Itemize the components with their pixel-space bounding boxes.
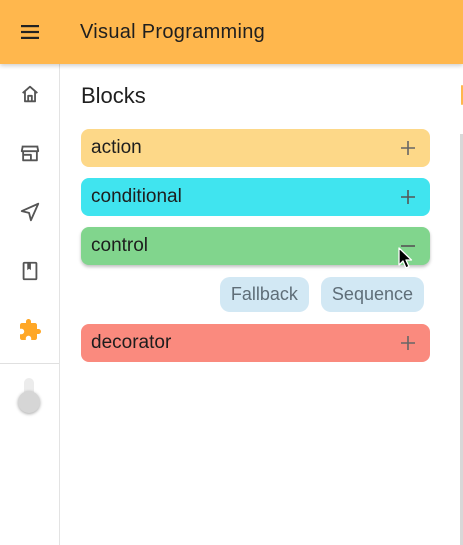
plus-icon: [401, 336, 415, 350]
block-category-conditional[interactable]: conditional: [81, 178, 430, 216]
book-icon: [22, 261, 37, 280]
expand-button[interactable]: [398, 187, 418, 207]
sidebar-item-navigate[interactable]: [0, 182, 59, 241]
app-title: Visual Programming: [80, 20, 266, 43]
home-icon: [21, 85, 38, 102]
sidebar-item-home[interactable]: [0, 64, 59, 123]
plus-icon: [401, 190, 415, 204]
sidebar: [0, 64, 60, 545]
menu-icon: [21, 25, 39, 39]
control-block-list: Fallback Sequence: [219, 277, 424, 312]
block-category-decorator[interactable]: decorator: [81, 324, 430, 362]
toggle-thumb[interactable]: [18, 391, 40, 413]
block-label: conditional: [91, 186, 182, 207]
theme-toggle[interactable]: [0, 364, 59, 424]
block-category-control[interactable]: control: [81, 227, 430, 265]
puzzle-icon: [19, 318, 41, 340]
expand-button[interactable]: [398, 333, 418, 353]
block-label: decorator: [91, 332, 172, 353]
block-label: control: [91, 235, 149, 256]
app-bar: Visual Programming: [0, 0, 463, 64]
menu-button[interactable]: [0, 0, 60, 64]
sidebar-item-book[interactable]: [0, 241, 59, 300]
panel-title: Blocks: [81, 83, 146, 108]
plus-icon: [401, 141, 415, 155]
block-chip-sequence[interactable]: Sequence: [320, 277, 424, 312]
block-category-action[interactable]: action: [81, 129, 430, 167]
expand-button[interactable]: [398, 138, 418, 158]
navigation-icon: [20, 202, 39, 221]
blocks-panel: Blocks action conditional control Fallba…: [60, 64, 463, 545]
store-icon: [20, 145, 39, 161]
sidebar-item-store[interactable]: [0, 123, 59, 182]
mouse-cursor-icon: [398, 247, 413, 269]
sidebar-item-blocks[interactable]: [0, 300, 59, 359]
block-label: action: [91, 137, 142, 158]
block-chip-fallback[interactable]: Fallback: [219, 277, 309, 312]
